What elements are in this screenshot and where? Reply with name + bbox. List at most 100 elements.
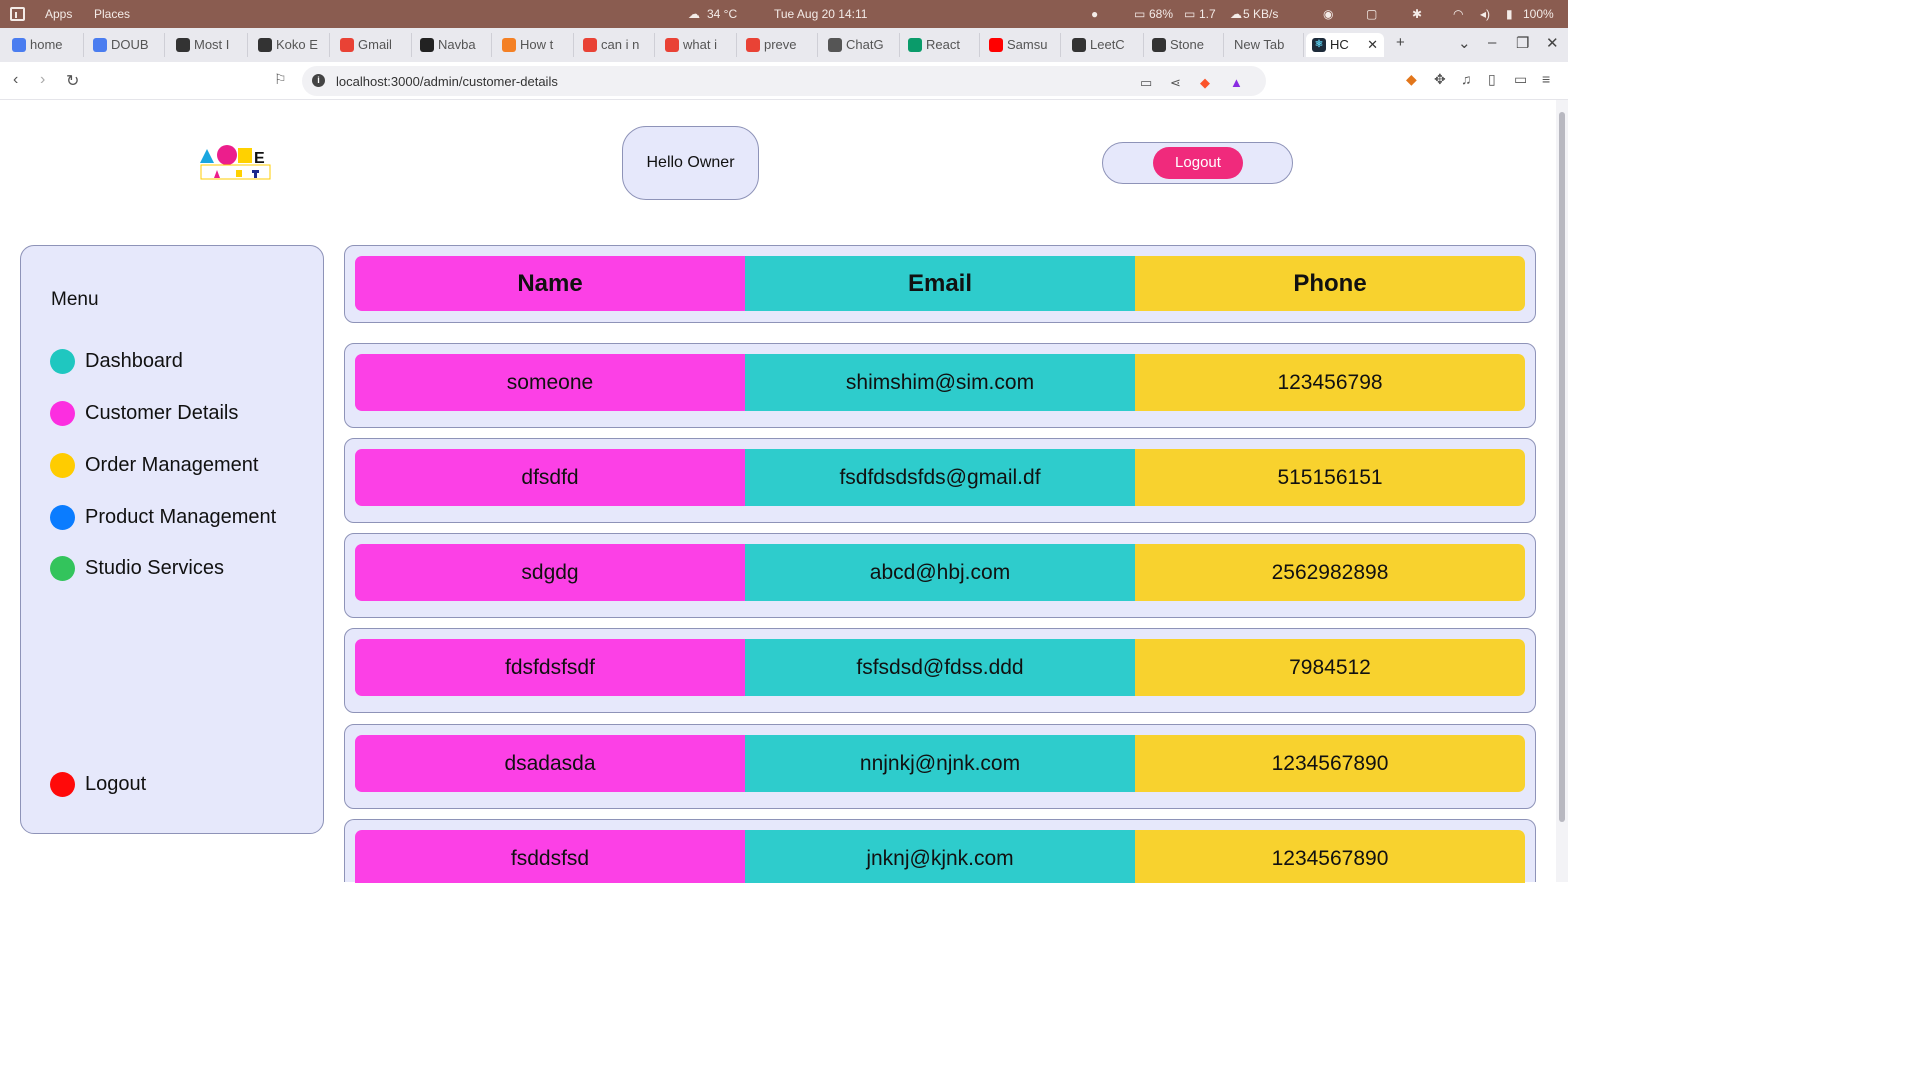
column-header-name: Name [355, 256, 745, 311]
youtube-icon [989, 38, 1003, 52]
cell-name: fdsfdsfsdf [355, 639, 745, 696]
cell-email: shimshim@sim.com [745, 354, 1135, 411]
wifi-icon[interactable]: ◠ [1453, 7, 1463, 21]
tab-title: LeetC [1090, 37, 1125, 52]
tab-title: Most I [194, 37, 230, 52]
table-row[interactable]: dfsdfd fsdfdsdsfds@gmail.df 515156151 [344, 438, 1536, 523]
product-management-dot-icon [50, 505, 75, 530]
minimize-icon[interactable]: – [1488, 34, 1496, 51]
forward-arrow-icon[interactable]: › [40, 71, 45, 89]
brave-rewards-icon[interactable]: ▲ [1230, 75, 1243, 90]
status-circle-icon[interactable]: ◉ [1323, 7, 1333, 21]
react-icon: ⚛ [1312, 38, 1326, 52]
cell-name: someone [355, 354, 745, 411]
address-bar[interactable]: i localhost:3000/admin/customer-details … [302, 66, 1266, 96]
close-tab-icon[interactable]: ✕ [1367, 33, 1378, 57]
table-row[interactable]: fsddsfsd jnknj@kjnk.com 1234567890 [344, 819, 1536, 883]
tab-title: what i [683, 37, 717, 52]
browser-tab[interactable]: preve [740, 33, 818, 57]
cell-email: fsfsdsd@fdss.ddd [745, 639, 1135, 696]
tab-active[interactable]: ⚛ HC ✕ [1306, 33, 1384, 57]
sidebar-toggle-icon[interactable]: ▯ [1488, 71, 1496, 88]
teams-icon[interactable]: ● [1091, 7, 1098, 21]
sidebar-item-label: Dashboard [85, 350, 183, 372]
tab-search-chevron-icon[interactable]: ⌄ [1458, 34, 1471, 52]
tab-title: home [30, 37, 63, 52]
places-menu[interactable]: Places [94, 7, 130, 21]
row-cells: fsddsfsd jnknj@kjnk.com 1234567890 [355, 830, 1525, 883]
row-cells: sdgdg abcd@hbj.com 2562982898 [355, 544, 1525, 601]
google-icon [665, 38, 679, 52]
sidebar-item-label: Customer Details [85, 402, 239, 424]
leetcode-icon [1152, 38, 1166, 52]
reload-icon[interactable]: ↻ [66, 71, 79, 91]
upload-cloud-icon: ☁ [1230, 7, 1242, 21]
greeting-box: Hello Owner [622, 126, 759, 200]
site-info-icon[interactable]: i [312, 74, 325, 87]
bookmark-icon[interactable]: ⚐ [274, 71, 287, 88]
browser-tab[interactable]: what i [659, 33, 737, 57]
metamask-icon[interactable]: ◆ [1406, 71, 1417, 88]
page-scrollbar[interactable] [1556, 100, 1568, 882]
browser-tab[interactable]: React [902, 33, 980, 57]
extensions-icon[interactable]: ✥ [1434, 71, 1446, 88]
tab-title: DOUB [111, 37, 149, 52]
wallet-icon[interactable]: ▭ [1514, 71, 1527, 88]
browser-tab[interactable]: Samsu [983, 33, 1061, 57]
browser-tab[interactable]: Navba [414, 33, 492, 57]
table-row[interactable]: fdsfdsfsdf fsfsdsd@fdss.ddd 7984512 [344, 628, 1536, 713]
battery-percent: 100% [1523, 7, 1554, 21]
browser-menu-icon[interactable]: ≡ [1542, 71, 1550, 87]
aone-art-logo[interactable]: E [200, 144, 272, 180]
browser-tab[interactable]: Most I [170, 33, 248, 57]
header-logout-button[interactable]: Logout [1153, 147, 1243, 179]
cpu-usage: 68% [1149, 7, 1174, 21]
table-header-row: Name Email Phone [344, 245, 1536, 323]
clock[interactable]: Tue Aug 20 14:11 [774, 7, 867, 21]
cast-icon[interactable]: ▭ [1140, 75, 1152, 91]
sidebar-item-label: Product Management [85, 506, 277, 528]
browser-tab[interactable]: New Tab [1226, 33, 1304, 57]
browser-tab[interactable]: DOUB [87, 33, 165, 57]
table-row[interactable]: dsadasda nnjnkj@njnk.com 1234567890 [344, 724, 1536, 809]
stackoverflow-icon [502, 38, 516, 52]
leetcode-icon [1072, 38, 1086, 52]
studio-services-dot-icon [50, 556, 75, 581]
tab-title: can i n [601, 37, 640, 52]
restore-icon[interactable]: ❐ [1516, 34, 1529, 52]
scrollbar-thumb[interactable] [1559, 112, 1565, 822]
browser-tab[interactable]: Gmail [334, 33, 412, 57]
logout-dot-icon [50, 772, 75, 797]
browser-tab[interactable]: Stone [1146, 33, 1224, 57]
table-row[interactable]: sdgdg abcd@hbj.com 2562982898 [344, 533, 1536, 618]
chatgpt-icon [828, 38, 842, 52]
share-icon[interactable]: ⋖ [1170, 75, 1181, 91]
tab-title: React [926, 37, 960, 52]
cell-email: fsdfdsdsfds@gmail.df [745, 449, 1135, 506]
new-tab-plus-icon[interactable]: + [1396, 34, 1405, 51]
media-icon[interactable]: ♫ [1461, 71, 1472, 87]
apps-grid-icon[interactable] [10, 7, 25, 21]
row-cells: dfsdfd fsdfdsdsfds@gmail.df 515156151 [355, 449, 1525, 506]
browser-tab[interactable]: Koko E [252, 33, 330, 57]
accessibility-icon[interactable]: ✱ [1412, 7, 1422, 21]
sidebar-item-label: Order Management [85, 454, 259, 476]
browser-tab[interactable]: home [6, 33, 84, 57]
browser-tab[interactable]: How t [496, 33, 574, 57]
browser-toolbar: ‹ › ↻ ⚐ i localhost:3000/admin/customer-… [0, 62, 1568, 100]
apps-menu[interactable]: Apps [45, 7, 72, 21]
browser-tab[interactable]: LeetC [1066, 33, 1144, 57]
volume-icon[interactable]: ◂) [1480, 7, 1490, 21]
battery-icon[interactable]: ▮ [1506, 7, 1513, 21]
back-arrow-icon[interactable]: ‹ [13, 71, 18, 89]
url-text[interactable]: localhost:3000/admin/customer-details [336, 74, 558, 89]
browser-tab[interactable]: ChatG [822, 33, 900, 57]
brave-shield-icon[interactable]: ◆ [1200, 75, 1210, 91]
tab-title: How t [520, 37, 554, 52]
github-icon [420, 38, 434, 52]
table-row[interactable]: someone shimshim@sim.com 123456798 [344, 343, 1536, 428]
browser-tab[interactable]: can i n [577, 33, 655, 57]
google-icon [746, 38, 760, 52]
window-close-icon[interactable]: ✕ [1546, 34, 1559, 52]
clipboard-icon[interactable]: ▢ [1366, 7, 1377, 21]
